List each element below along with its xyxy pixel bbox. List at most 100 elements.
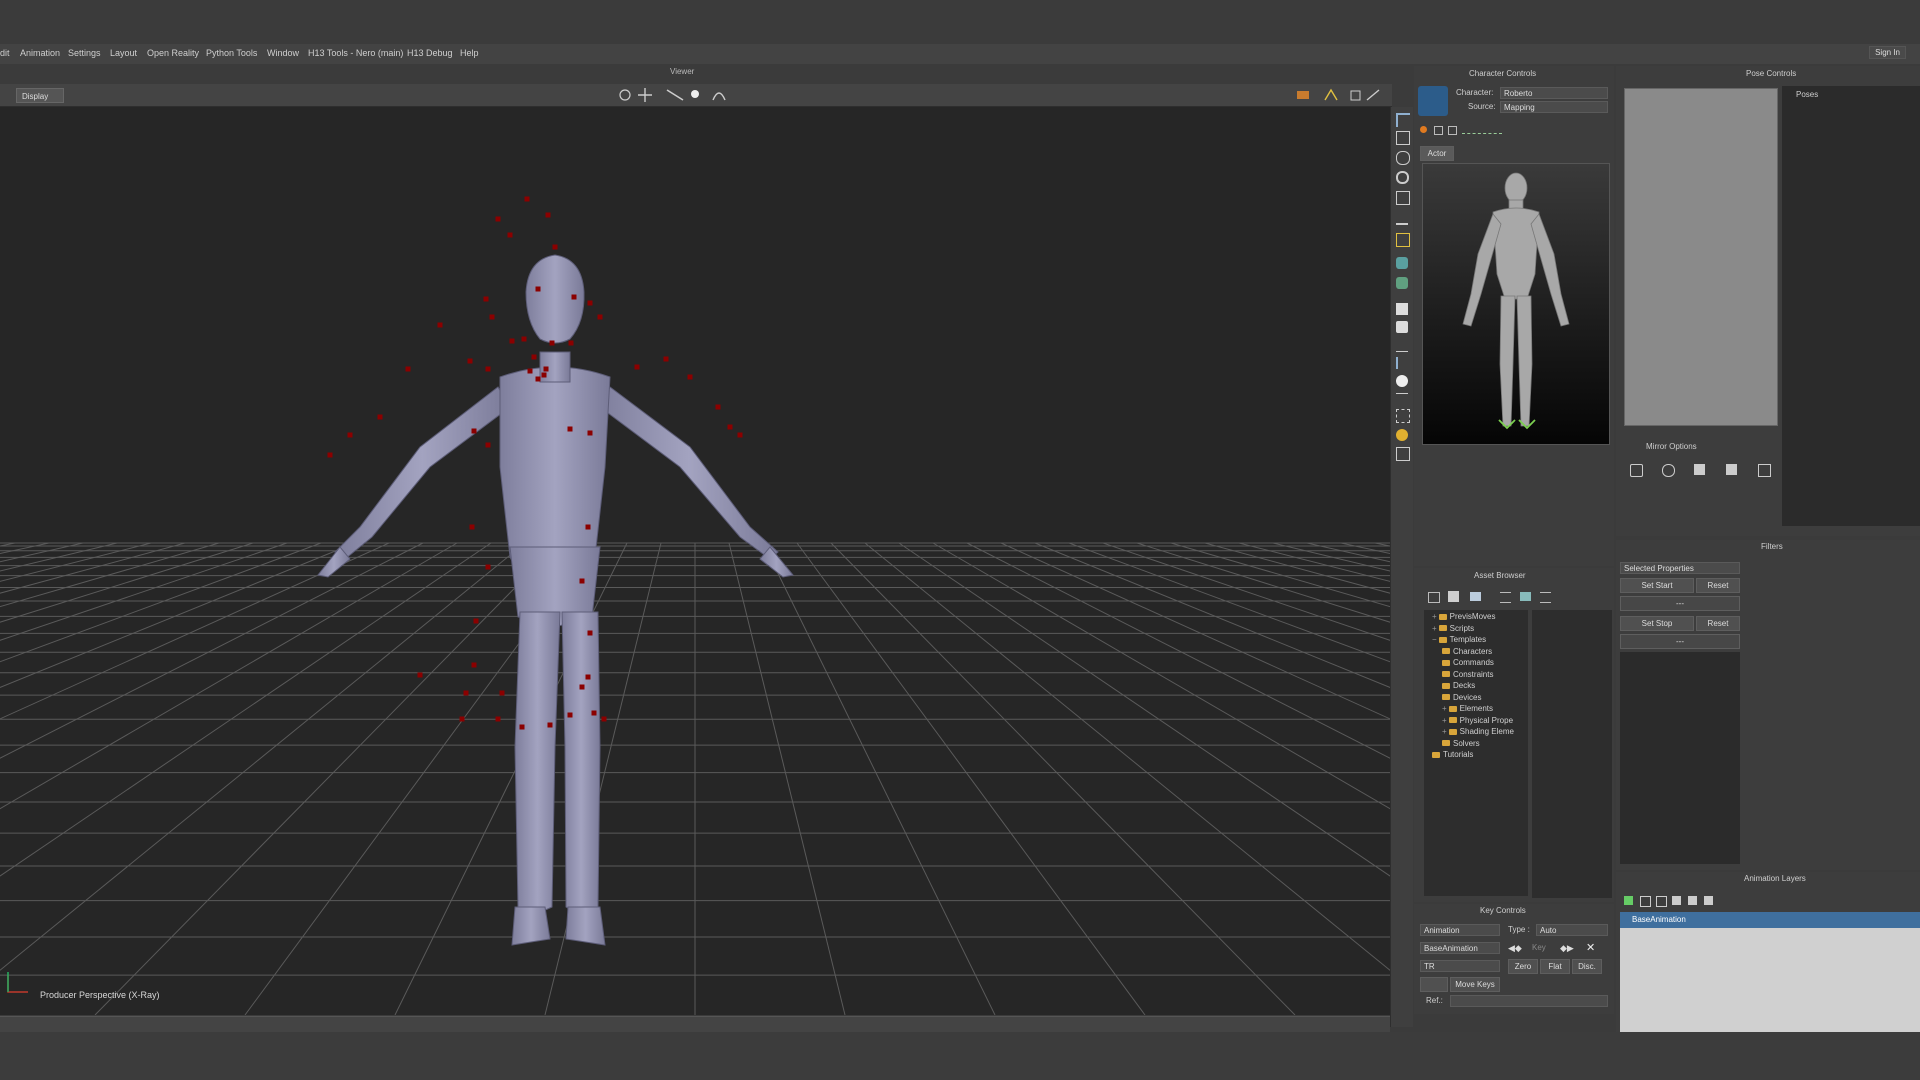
reset-stop-button[interactable]: Reset — [1696, 616, 1740, 631]
tree-expander-icon[interactable]: − — [1432, 635, 1437, 644]
character-tool-icons[interactable] — [1420, 124, 1550, 136]
sphere-icon[interactable] — [1396, 375, 1408, 387]
tree-expander-icon[interactable]: + — [1442, 704, 1447, 713]
box-icon[interactable] — [1396, 321, 1408, 333]
menu-python-tools[interactable]: Python Tools — [206, 48, 257, 58]
tree-expander-icon[interactable]: + — [1432, 624, 1437, 633]
marker-point[interactable] — [459, 716, 465, 722]
marker-point[interactable] — [541, 372, 547, 378]
marker-point[interactable] — [469, 524, 475, 530]
marker-point[interactable] — [549, 340, 555, 346]
marker-point[interactable] — [485, 366, 491, 372]
character-preview[interactable] — [1422, 163, 1610, 445]
keys-icon-button[interactable] — [1420, 977, 1448, 992]
marker-point[interactable] — [509, 338, 515, 344]
marker-point[interactable] — [485, 564, 491, 570]
zero-button[interactable]: Zero — [1508, 959, 1538, 974]
marker-point[interactable] — [485, 442, 491, 448]
marker-point[interactable] — [597, 314, 603, 320]
marker-point[interactable] — [567, 712, 573, 718]
marker-point[interactable] — [471, 428, 477, 434]
marker-point[interactable] — [737, 432, 743, 438]
marker-point[interactable] — [521, 336, 527, 342]
menu-animation[interactable]: Animation — [20, 48, 60, 58]
layer-row-base-animation[interactable]: BaseAnimation — [1620, 912, 1920, 928]
layer-select[interactable]: BaseAnimation — [1420, 942, 1500, 954]
display-button[interactable]: Display — [16, 88, 64, 103]
marker-point[interactable] — [417, 672, 423, 678]
tree-item[interactable]: + Physical Prope — [1442, 716, 1513, 725]
tree-expander-icon[interactable]: + — [1442, 716, 1447, 725]
asset-browser-toolbar[interactable] — [1428, 590, 1568, 604]
marker-point[interactable] — [663, 356, 669, 362]
marker-point[interactable] — [601, 716, 607, 722]
tree-item[interactable]: Constraints — [1442, 670, 1493, 679]
pose-thumbnail-area[interactable] — [1624, 88, 1778, 426]
actor-icon[interactable] — [1396, 277, 1408, 289]
type-select[interactable]: Auto — [1536, 924, 1608, 936]
marker-point[interactable] — [327, 452, 333, 458]
start-value-field[interactable]: --- — [1620, 596, 1740, 611]
move-keys-button[interactable]: Move Keys — [1450, 977, 1500, 992]
asset-tree[interactable]: + PrevisMoves + Scripts − Templates Characters… — [1424, 610, 1528, 896]
marker-point[interactable] — [535, 286, 541, 292]
marker-point[interactable] — [727, 424, 733, 430]
tr-select[interactable]: TR — [1420, 960, 1500, 972]
marker-point[interactable] — [579, 684, 585, 690]
timeline-strip[interactable] — [0, 1016, 1390, 1033]
tree-item[interactable]: Decks — [1442, 681, 1475, 690]
tree-expander-icon[interactable]: + — [1432, 612, 1437, 621]
marker-point[interactable] — [587, 430, 593, 436]
marker-point[interactable] — [591, 710, 597, 716]
source-select[interactable]: Mapping — [1500, 101, 1608, 113]
mirror-options-label[interactable]: Mirror Options — [1646, 442, 1697, 451]
marker-point[interactable] — [531, 354, 537, 360]
3d-viewport[interactable] — [0, 107, 1390, 1015]
marker-point[interactable] — [585, 674, 591, 680]
transform-tools[interactable] — [615, 86, 735, 104]
marker-point[interactable] — [473, 618, 479, 624]
marker-point[interactable] — [499, 690, 505, 696]
layer-tool-icons[interactable] — [1624, 894, 1744, 908]
menu-h13-tools[interactable]: H13 Tools - Nero (main) — [308, 48, 403, 58]
frame-icon[interactable] — [1396, 447, 1410, 461]
marker-point[interactable] — [495, 216, 501, 222]
marker-point[interactable] — [471, 662, 477, 668]
tree-item[interactable]: + PrevisMoves — [1432, 612, 1495, 621]
marker-point[interactable] — [571, 294, 577, 300]
keyframe-icon[interactable] — [1396, 233, 1410, 247]
filters-list[interactable] — [1620, 652, 1740, 864]
tree-item[interactable]: Commands — [1442, 658, 1494, 667]
asset-content[interactable] — [1532, 610, 1612, 898]
marker-point[interactable] — [535, 376, 541, 382]
marker-point[interactable] — [495, 716, 501, 722]
rotate-icon[interactable] — [1396, 171, 1409, 184]
menu-settings[interactable]: Settings — [68, 48, 101, 58]
select-icon[interactable] — [1396, 113, 1410, 127]
marker-point[interactable] — [552, 244, 558, 250]
reset-start-button[interactable]: Reset — [1696, 578, 1740, 593]
marker-point[interactable] — [489, 314, 495, 320]
animation-mode-select[interactable]: Animation — [1420, 924, 1500, 936]
marker-point[interactable] — [585, 524, 591, 530]
poses-list[interactable] — [1782, 86, 1920, 526]
menu-help[interactable]: Help — [460, 48, 479, 58]
marker-point[interactable] — [543, 366, 549, 372]
curve-icon[interactable] — [1396, 339, 1408, 352]
set-stop-button[interactable]: Set Stop — [1620, 616, 1694, 631]
link-icon[interactable] — [1396, 409, 1410, 423]
marker-point[interactable] — [687, 374, 693, 380]
pose-action-icons[interactable] — [1630, 462, 1780, 478]
filters-dropdown[interactable]: Selected Properties — [1620, 562, 1740, 574]
menu-layout[interactable]: Layout — [110, 48, 137, 58]
character-select[interactable]: Roberto — [1500, 87, 1608, 99]
marker-point[interactable] — [437, 322, 443, 328]
marker-point[interactable] — [467, 358, 473, 364]
marker-point[interactable] — [507, 232, 513, 238]
marker-point[interactable] — [587, 630, 593, 636]
character-icon[interactable] — [1396, 257, 1408, 269]
tree-item[interactable]: + Shading Eleme — [1442, 727, 1514, 736]
light-icon[interactable] — [1396, 429, 1408, 441]
marker-point[interactable] — [483, 296, 489, 302]
tree-item[interactable]: Devices — [1442, 693, 1481, 702]
